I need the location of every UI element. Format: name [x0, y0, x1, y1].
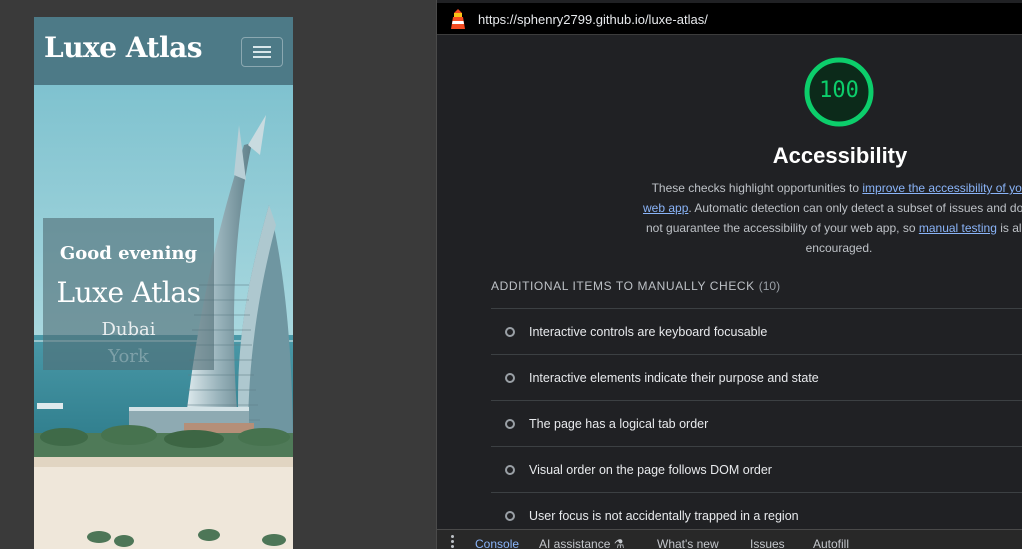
accessibility-link[interactable]: web app: [643, 201, 688, 215]
description-text: not guarantee the accessibility of your …: [646, 221, 919, 235]
devtools-panel: https://sphenry2799.github.io/luxe-atlas…: [436, 0, 1022, 549]
description-text: encouraged.: [805, 241, 873, 255]
audit-label: Interactive controls are keyboard focusa…: [529, 325, 768, 339]
audit-item[interactable]: Interactive controls are keyboard focusa…: [491, 308, 1022, 354]
flask-icon: ⚗: [613, 537, 625, 549]
devtools-drawer-tabs: Console AI assistance ⚗ What's new Issue…: [437, 529, 1022, 549]
hamburger-menu-icon[interactable]: [241, 37, 283, 67]
category-title: Accessibility: [772, 143, 908, 168]
greeting-text: Good evening: [59, 243, 198, 264]
rotating-city: Dubai: [101, 319, 156, 340]
manual-checks-title: ADDITIONAL ITEMS TO MANUALLY CHECK: [491, 279, 755, 293]
score-value: 100: [819, 78, 859, 103]
manual-testing-link[interactable]: manual testing: [919, 221, 997, 235]
manual-audit-icon: [505, 327, 515, 337]
drawer-menu-icon[interactable]: [451, 535, 455, 549]
manual-audit-icon: [505, 465, 515, 475]
rotating-city: York: [108, 346, 149, 367]
description-text: is also: [1000, 221, 1022, 235]
tab-console[interactable]: Console: [475, 537, 519, 549]
manual-checks-header[interactable]: ADDITIONAL ITEMS TO MANUALLY CHECK (10): [491, 279, 780, 293]
manual-audit-icon: [505, 511, 515, 521]
screen: Luxe Atlas Good evening Luxe Atlas Dubai…: [0, 0, 1022, 549]
audit-label: User focus is not accidentally trapped i…: [529, 509, 799, 523]
report-url[interactable]: https://sphenry2799.github.io/luxe-atlas…: [478, 12, 708, 27]
audit-item[interactable]: Interactive elements indicate their purp…: [491, 354, 1022, 400]
audit-label: Visual order on the page follows DOM ord…: [529, 463, 772, 477]
score-gauge: 100: [803, 56, 875, 128]
manual-audit-icon: [505, 373, 515, 383]
manual-audit-icon: [505, 419, 515, 429]
tab-ai-assistance[interactable]: AI assistance ⚗: [539, 537, 624, 549]
audit-item[interactable]: The page has a logical tab order: [491, 400, 1022, 446]
lighthouse-icon: [451, 9, 465, 29]
hero-card: Good evening Luxe Atlas Dubai York: [43, 218, 214, 370]
accessibility-link[interactable]: improve the accessibility of your: [862, 181, 1022, 195]
report-url-bar: https://sphenry2799.github.io/luxe-atlas…: [437, 3, 1022, 35]
site-navbar: Luxe Atlas: [34, 17, 293, 85]
hero-title: Luxe Atlas: [56, 276, 201, 309]
audit-item[interactable]: Visual order on the page follows DOM ord…: [491, 446, 1022, 492]
hero-section: Good evening Luxe Atlas Dubai York: [34, 85, 293, 549]
category-description: These checks highlight opportunities to …: [642, 178, 1022, 258]
mobile-preview: Luxe Atlas Good evening Luxe Atlas Dubai…: [34, 17, 293, 549]
tab-autofill[interactable]: Autofill: [813, 537, 849, 549]
audit-label: The page has a logical tab order: [529, 417, 709, 431]
tab-issues[interactable]: Issues: [750, 537, 785, 549]
description-text: . Automatic detection can only detect a …: [688, 201, 1022, 215]
audit-label: Interactive elements indicate their purp…: [529, 371, 819, 385]
tab-ai-assistance-label: AI assistance: [539, 537, 611, 549]
tab-whats-new[interactable]: What's new: [657, 537, 719, 549]
manual-checks-list: Interactive controls are keyboard focusa…: [491, 308, 1022, 538]
manual-checks-count: (10): [758, 279, 781, 293]
description-text: These checks highlight opportunities to: [651, 181, 863, 195]
site-brand[interactable]: Luxe Atlas: [44, 31, 203, 64]
